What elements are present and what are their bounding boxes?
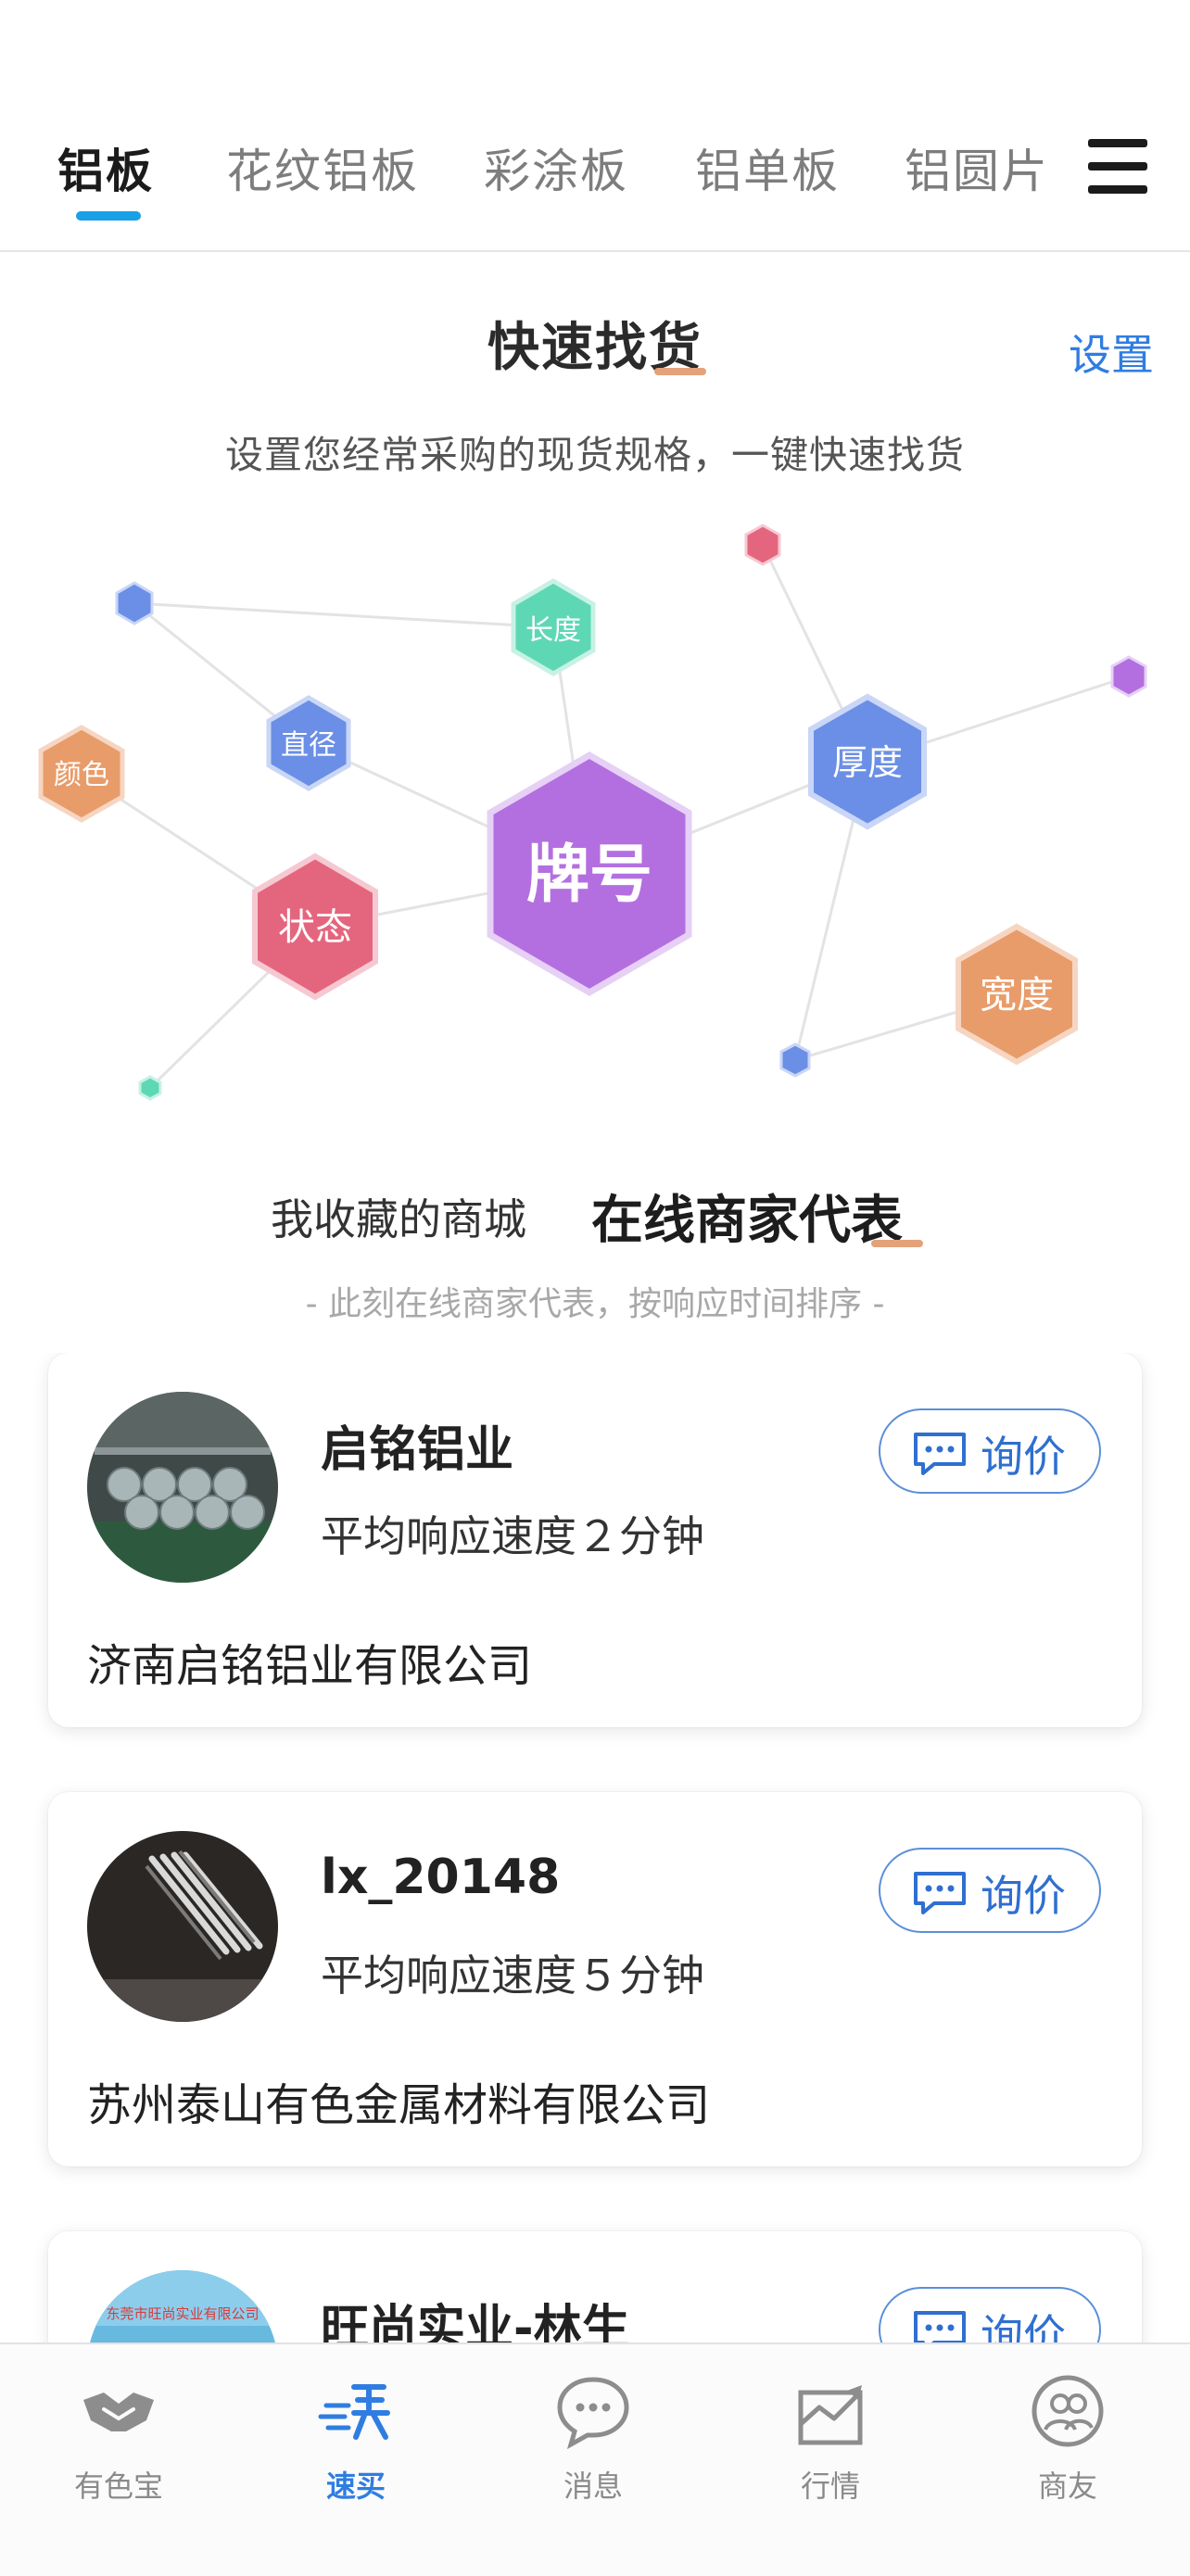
bottom-nav: 有色宝 速买 消息 行情 商友 [0,2342,1190,2576]
category-tab-bar: 铝板 花纹铝板 彩涂板 铝单板 铝圆片 [0,0,1190,252]
merchant-avatar: 东莞市旺尚实业有限公司 [87,2270,278,2342]
node-dot [779,1042,811,1078]
company-name: 苏州泰山有色金属材料有限公司 [87,2079,711,2131]
nav-item-quick-buy[interactable]: 速买 [237,2344,475,2576]
merchant-card[interactable]: lx_20148 平均响应速度５分钟 苏州泰山有色金属材料有限公司 询价 [48,1792,1142,2166]
response-speed: 平均响应速度２分钟 [321,1511,704,1561]
section-subtitle: - 此刻在线商家代表，按响应时间排序 - [305,1285,885,1323]
chat-icon [914,1872,966,1914]
nav-label: 消息 [563,2469,623,2504]
response-speed: 平均响应速度５分钟 [321,1951,704,2001]
nav-label: 行情 [800,2469,860,2504]
inquiry-label: 询价 [981,2310,1066,2342]
spec-node-thickness[interactable]: 厚度 [808,693,927,830]
svg-text:长度: 长度 [525,614,581,647]
settings-link[interactable]: 设置 [1069,322,1154,383]
merchant-list: 启铭铝业 平均响应速度２分钟 济南启铭铝业有限公司 询价 lx_20148 平均… [0,1353,1190,2342]
merchant-card[interactable]: 东莞市旺尚实业有限公司 旺尚实业-林生 询价 [48,2231,1142,2342]
tab-aluminum-single-plate[interactable]: 铝单板 [695,134,840,201]
node-dot [115,581,154,625]
merchant-avatar [87,1831,278,2022]
node-dot [744,524,781,566]
company-name: 济南启铭铝业有限公司 [87,1640,533,1692]
inquiry-button[interactable]: 询价 [879,1408,1101,1494]
quick-find-title: 快速找货 [487,318,703,378]
spec-network-graph: 长度 直径 颜色 厚度 状态 宽度 牌号 [38,524,1147,1101]
inquiry-label: 询价 [981,1871,1066,1921]
merchant-name: 旺尚实业-林生 [321,2301,630,2342]
tab-aluminum-disc[interactable]: 铝圆片 [905,134,1049,201]
node-dot [138,1075,162,1101]
inquiry-label: 询价 [981,1432,1066,1482]
tab-aluminum-plate[interactable]: 铝板 [57,134,154,201]
active-tab-indicator [76,211,141,221]
chat-icon [914,2311,966,2342]
svg-text:颜色: 颜色 [54,759,109,791]
svg-text:牌号: 牌号 [526,839,652,912]
spec-node-temper[interactable]: 状态 [252,852,378,1001]
nav-label: 有色宝 [73,2469,163,2504]
chat-bubble-icon [557,2377,629,2450]
tab-underline [871,1240,923,1247]
tab-color-coated-plate[interactable]: 彩涂板 [484,134,628,201]
svg-text:状态: 状态 [278,906,352,949]
svg-text:宽度: 宽度 [980,974,1054,1017]
tab-patterned-aluminum-plate[interactable]: 花纹铝板 [226,134,419,201]
spec-node-color[interactable]: 颜色 [38,725,125,823]
merchant-name: lx_20148 [321,1850,561,1905]
merchant-avatar [87,1392,278,1583]
merchant-card[interactable]: 启铭铝业 平均响应速度２分钟 济南启铭铝业有限公司 询价 [48,1353,1142,1727]
title-underline [654,368,706,375]
quick-buy-icon [318,2384,390,2440]
friends-icon [1032,2375,1104,2447]
menu-icon[interactable] [1088,139,1147,195]
nav-label: 商友 [1037,2469,1097,2504]
spec-node-grade[interactable]: 牌号 [487,751,692,997]
chat-icon [914,1433,966,1475]
node-dot [1110,655,1147,698]
nav-item-youse-bao[interactable]: 有色宝 [0,2344,237,2576]
quick-find-subtitle: 设置您经常采购的现货规格，一键快速找货 [225,433,965,477]
svg-text:直径: 直径 [281,729,336,762]
spec-node-diameter[interactable]: 直径 [266,695,351,791]
svg-text:厚度: 厚度 [832,742,903,783]
nav-label: 速买 [325,2469,386,2504]
inquiry-button[interactable]: 询价 [879,2287,1101,2342]
spec-node-length[interactable]: 长度 [511,578,596,676]
nav-item-market[interactable]: 行情 [712,2344,949,2576]
tab-online-merchants[interactable]: 在线商家代表 [591,1179,903,1254]
trend-chart-icon [798,2385,863,2445]
inquiry-button[interactable]: 询价 [879,1848,1101,1933]
avatar-banner-text: 东莞市旺尚实业有限公司 [106,2305,260,2322]
tab-favorite-stores[interactable]: 我收藏的商城 [271,1186,526,1247]
spec-node-width[interactable]: 宽度 [956,923,1078,1066]
nav-item-friends[interactable]: 商友 [949,2344,1186,2576]
nav-item-messages[interactable]: 消息 [475,2344,712,2576]
merchant-name: 启铭铝业 [321,1422,514,1478]
handshake-icon [83,2393,154,2431]
